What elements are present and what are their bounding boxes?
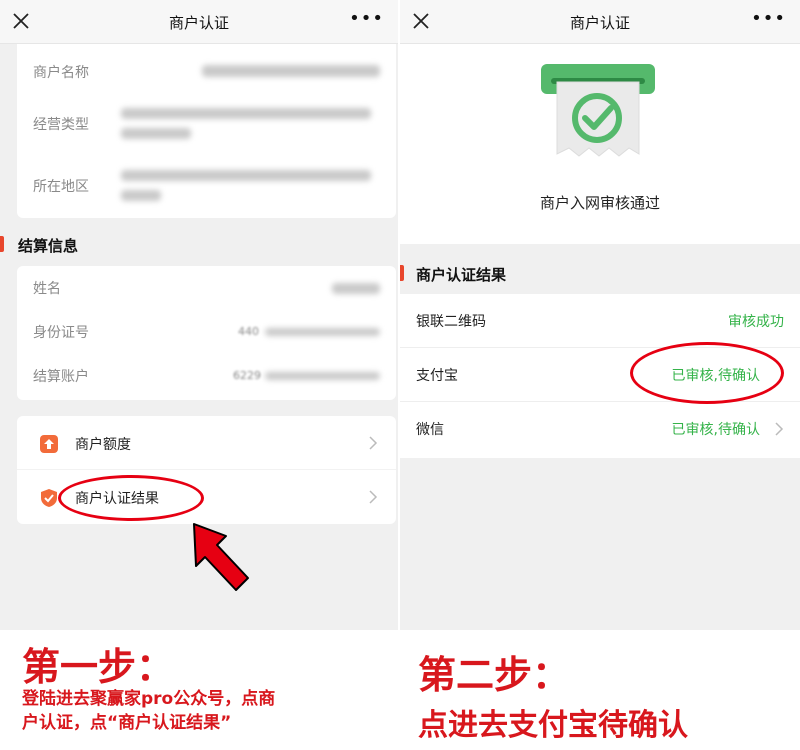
- step1-title: 第一步：: [22, 645, 175, 689]
- blurred-value: [332, 283, 380, 294]
- settlement-card: 姓名 身份证号 440 结算账户 6229: [17, 266, 396, 400]
- account-prefix: 6229: [233, 369, 261, 382]
- section-title: 商户认证结果: [416, 266, 507, 284]
- approval-hero: 商户入网审核通过: [400, 44, 800, 244]
- shield-icon: [41, 489, 57, 507]
- page-title: 商户认证: [168, 14, 229, 32]
- blurred-value: [265, 328, 380, 336]
- approval-message: 商户入网审核通过: [539, 194, 660, 212]
- chevron-right-icon: [369, 436, 378, 450]
- result-row-wechat[interactable]: 微信 已审核,待确认: [400, 402, 800, 456]
- info-row-merchant-name: 商户名称: [17, 52, 396, 92]
- red-arrow-icon: [193, 523, 249, 591]
- blurred-value: [121, 108, 371, 119]
- blurred-value: [121, 190, 161, 201]
- field-label: 商户名称: [33, 65, 89, 81]
- id-prefix: 440: [238, 325, 259, 338]
- step2-title: 第二步：: [418, 653, 571, 697]
- nav-bar: 商户认证 •••: [400, 0, 800, 44]
- highlight-ellipse: [58, 475, 204, 521]
- field-label: 经营类型: [33, 117, 89, 133]
- result-row-unionpay: 银联二维码 审核成功: [400, 294, 800, 348]
- chevron-right-icon: [369, 490, 378, 504]
- field-label: 所在地区: [33, 179, 89, 195]
- status-text: 审核成功: [728, 314, 784, 330]
- quota-upload-icon: [40, 435, 58, 453]
- step1-description-line2: 户认证，点“商户认证结果”: [22, 713, 232, 733]
- left-screen: 商户认证 ••• 商户名称 经营类型 所在地区 结算信息 姓名 身份证号 440: [0, 0, 398, 630]
- blurred-value: [121, 128, 191, 139]
- chevron-right-icon: [775, 422, 784, 436]
- merchant-info-card: 商户名称 经营类型 所在地区: [17, 44, 396, 218]
- result-label: 银联二维码: [416, 314, 486, 330]
- section-accent-bar: [400, 265, 404, 281]
- nav-bar: 商户认证 •••: [0, 0, 398, 44]
- step2-description: 点进去支付宝待确认: [418, 708, 688, 743]
- result-label: 支付宝: [416, 368, 458, 384]
- info-row-id-number: 身份证号 440: [17, 312, 396, 352]
- highlight-ellipse: [630, 342, 784, 404]
- info-row-region: 所在地区: [17, 166, 396, 206]
- more-icon[interactable]: •••: [349, 8, 384, 29]
- page-title: 商户认证: [569, 14, 630, 32]
- section-accent-bar: [0, 236, 4, 252]
- blurred-value: [202, 65, 380, 77]
- info-row-settlement-account: 结算账户 6229: [17, 356, 396, 396]
- step1-description-line1: 登陆进去聚赢家pro公众号，点商: [22, 689, 276, 709]
- result-label: 微信: [416, 422, 444, 438]
- more-icon[interactable]: •••: [751, 8, 786, 29]
- info-row-business-type: 经营类型: [17, 104, 396, 144]
- blurred-value: [265, 372, 380, 380]
- field-label: 结算账户: [33, 369, 89, 385]
- status-text[interactable]: 已审核,待确认: [672, 419, 760, 439]
- section-title: 结算信息: [18, 237, 79, 255]
- blurred-value: [121, 170, 371, 181]
- right-screen: 商户认证 ••• 商户入网审核通过 商户认证结果 银联二维码 审核成功 支付宝 …: [400, 0, 800, 630]
- field-label: 身份证号: [33, 325, 89, 341]
- info-row-name: 姓名: [17, 268, 396, 308]
- approved-receipt-icon: [541, 64, 655, 157]
- menu-item-label: 商户额度: [75, 437, 131, 453]
- field-label: 姓名: [33, 281, 61, 297]
- menu-item-quota[interactable]: 商户额度: [17, 418, 396, 470]
